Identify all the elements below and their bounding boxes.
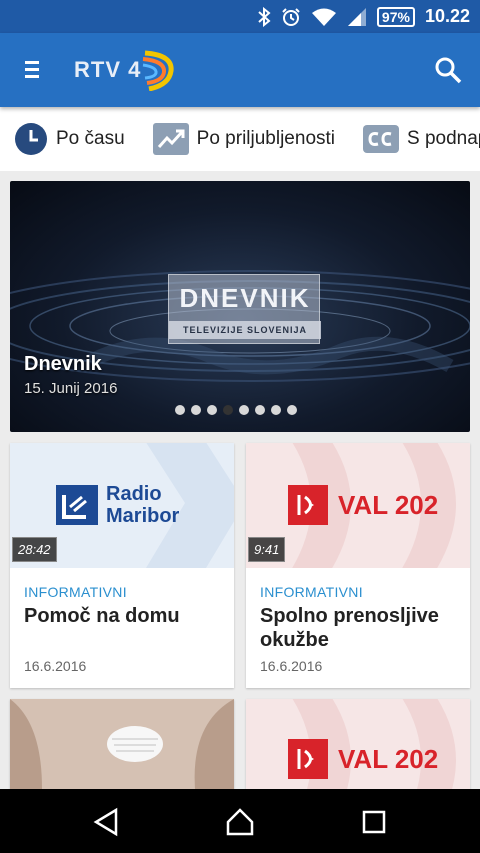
system-nav-bar xyxy=(0,789,480,853)
card-date: 16.6.2016 xyxy=(24,658,87,674)
carousel-dot[interactable] xyxy=(191,405,201,415)
recents-icon[interactable] xyxy=(359,807,389,837)
cc-icon xyxy=(363,125,400,153)
card-title: Pomoč na domu xyxy=(24,605,180,627)
val202-logo: VAL 202 xyxy=(288,485,438,525)
clock-icon xyxy=(15,123,47,155)
app-logo[interactable]: RTV 4 xyxy=(74,49,177,91)
duration-badge: 28:42 xyxy=(12,537,57,562)
video-card[interactable] xyxy=(10,699,234,799)
hero-title: Dnevnik xyxy=(24,353,102,375)
radio-maribor-text: Radio Maribor xyxy=(106,483,179,527)
card-body: INFORMATIVNI Pomoč na domu xyxy=(10,568,234,628)
duration-badge: 9:41 xyxy=(248,537,286,562)
app-bar: RTV 4 xyxy=(0,33,480,107)
status-bar: 97% 10.22 xyxy=(0,0,480,33)
hero-carousel[interactable]: DNEVNIK TELEVIZIJE SLOVENIJA Dnevnik 15.… xyxy=(10,181,470,432)
dnevnik-logo-subtitle: TELEVIZIJE SLOVENIJA xyxy=(169,321,321,339)
val202-icon xyxy=(288,739,328,779)
filter-label-popularity: Po priljubljenosti xyxy=(196,128,336,149)
card-thumbnail: VAL 202 xyxy=(246,699,470,799)
carousel-dot[interactable] xyxy=(207,405,217,415)
carousel-indicator xyxy=(175,405,297,415)
hero-date: 15. Junij 2016 xyxy=(24,380,118,397)
carousel-dot-active[interactable] xyxy=(223,405,233,415)
filter-label-time: Po času xyxy=(56,128,125,149)
trending-icon xyxy=(152,123,189,155)
filter-by-time[interactable]: Po času xyxy=(14,122,125,156)
card-thumbnail xyxy=(10,699,234,799)
val202-text: VAL 202 xyxy=(338,743,439,774)
carousel-dot[interactable] xyxy=(287,405,297,415)
logo-swirl-icon xyxy=(143,50,174,91)
filter-by-subtitles[interactable]: S podnap xyxy=(363,125,480,153)
battery-icon: 97% xyxy=(376,6,415,27)
dnevnik-logo-title: DNEVNIK xyxy=(179,283,311,313)
card-body: INFORMATIVNI Spolno prenosljive okužbe xyxy=(246,568,470,652)
carousel-dot[interactable] xyxy=(175,405,185,415)
search-icon[interactable] xyxy=(434,56,462,84)
signal-icon xyxy=(347,7,366,26)
card-category: INFORMATIVNI xyxy=(24,584,127,600)
val202-text: VAL 202 xyxy=(338,489,439,520)
radio-maribor-icon xyxy=(56,485,98,525)
bluetooth-icon xyxy=(258,6,271,27)
card-category: INFORMATIVNI xyxy=(260,584,363,600)
back-icon[interactable] xyxy=(92,807,122,837)
filter-label-subtitles: S podnap xyxy=(407,128,480,149)
dnevnik-logo: DNEVNIK TELEVIZIJE SLOVENIJA xyxy=(168,274,321,344)
card-title: Spolno prenosljive okužbe xyxy=(260,605,439,651)
home-icon[interactable] xyxy=(225,807,255,837)
card-thumbnail: VAL 202 9:41 xyxy=(246,443,470,568)
carousel-dot[interactable] xyxy=(271,405,281,415)
thumbnail-photo xyxy=(10,699,234,799)
carousel-dot[interactable] xyxy=(239,405,249,415)
val202-icon xyxy=(288,485,328,525)
filter-by-popularity[interactable]: Po priljubljenosti xyxy=(152,123,336,155)
status-icons: 97% 10.22 xyxy=(257,0,470,33)
card-date: 16.6.2016 xyxy=(260,658,323,674)
video-card[interactable]: Radio Maribor 28:42 INFORMATIVNI Pomoč n… xyxy=(10,443,234,688)
wifi-icon xyxy=(311,8,336,26)
radio-maribor-logo: Radio Maribor xyxy=(56,483,179,527)
carousel-dot[interactable] xyxy=(255,405,265,415)
video-card[interactable]: VAL 202 xyxy=(246,699,470,799)
filter-bar: Po času Po priljubljenosti S podnap xyxy=(0,107,480,171)
brand-line-2: Maribor xyxy=(106,505,180,527)
card-thumbnail: Radio Maribor 28:42 xyxy=(10,443,234,568)
val202-logo: VAL 202 xyxy=(288,739,438,779)
menu-icon[interactable] xyxy=(20,57,46,83)
status-time: 10.22 xyxy=(424,6,470,26)
alarm-icon xyxy=(282,7,300,26)
video-card[interactable]: VAL 202 9:41 INFORMATIVNI Spolno prenosl… xyxy=(246,443,470,688)
logo-text: RTV 4 xyxy=(74,57,142,82)
brand-line-1: Radio xyxy=(106,483,162,505)
